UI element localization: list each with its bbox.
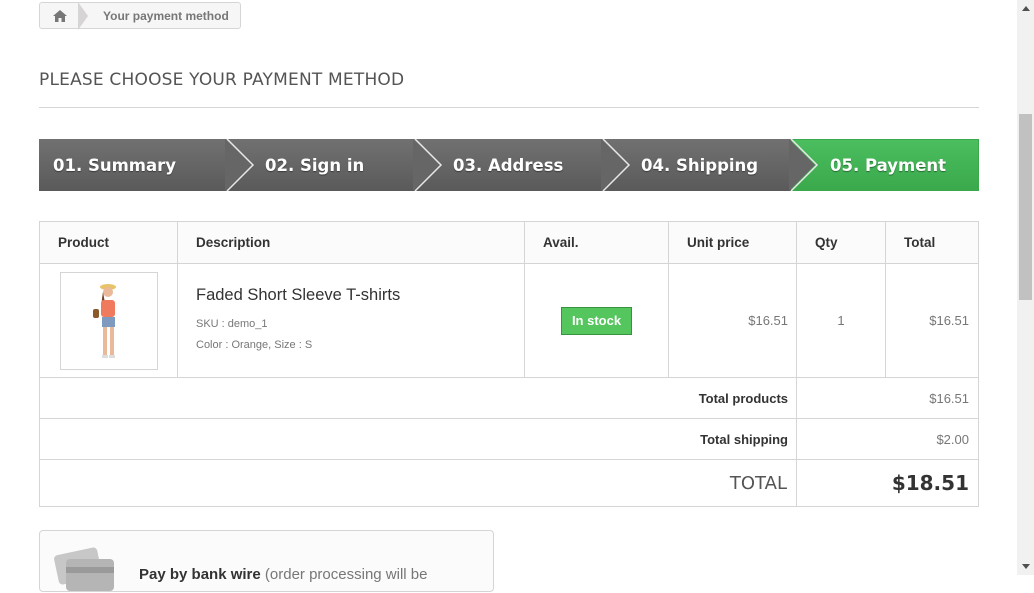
home-icon bbox=[53, 9, 67, 22]
page-title: PLEASE CHOOSE YOUR PAYMENT METHOD bbox=[39, 70, 979, 108]
product-name-link[interactable]: Faded Short Sleeve T-shirts bbox=[196, 286, 523, 305]
payment-option-bankwire[interactable]: Pay by bank wire (order processing will … bbox=[39, 530, 494, 592]
table-header-row: Product Description Avail. Unit price Qt… bbox=[39, 221, 979, 264]
bank-card-icon bbox=[54, 547, 114, 591]
col-unit-price: Unit price bbox=[668, 221, 797, 264]
total-shipping-row: Total shipping $2.00 bbox=[39, 418, 979, 460]
step-payment[interactable]: 05. Payment bbox=[791, 139, 979, 191]
step-label: 03. Address bbox=[453, 155, 564, 175]
step-sign-in[interactable]: 02. Sign in bbox=[227, 139, 415, 191]
product-sku: SKU : demo_1 bbox=[196, 317, 268, 330]
step-label: 05. Payment bbox=[830, 155, 947, 175]
total-shipping-label: Total shipping bbox=[39, 418, 797, 460]
product-thumbnail[interactable] bbox=[60, 271, 158, 370]
step-shipping[interactable]: 04. Shipping bbox=[603, 139, 791, 191]
col-product: Product bbox=[39, 221, 178, 264]
step-label: 01. Summary bbox=[53, 155, 177, 175]
availability-cell: In stock bbox=[524, 263, 669, 378]
unit-price: $16.51 bbox=[668, 263, 797, 378]
cart-summary-table: Product Description Avail. Unit price Qt… bbox=[39, 221, 979, 507]
product-attributes: Color : Orange, Size : S bbox=[196, 338, 313, 351]
scroll-up-arrow-icon[interactable] bbox=[1017, 0, 1034, 17]
line-total: $16.51 bbox=[885, 263, 979, 378]
breadcrumb-separator bbox=[78, 2, 88, 30]
grand-total-label: TOTAL bbox=[39, 459, 797, 507]
breadcrumb-current: Your payment method bbox=[103, 8, 229, 23]
breadcrumb: Your payment method bbox=[39, 2, 241, 30]
step-label: 04. Shipping bbox=[641, 155, 759, 175]
step-label: 02. Sign in bbox=[265, 155, 365, 175]
total-products-row: Total products $16.51 bbox=[39, 377, 979, 419]
scrollbar-thumb[interactable] bbox=[1019, 114, 1032, 300]
col-qty: Qty bbox=[796, 221, 886, 264]
checkout-steps: 01. Summary 02. Sign in 03. Address 04. … bbox=[39, 139, 979, 191]
col-description: Description bbox=[177, 221, 525, 264]
total-products-label: Total products bbox=[39, 377, 797, 419]
col-avail: Avail. bbox=[524, 221, 669, 264]
grand-total-row: TOTAL $18.51 bbox=[39, 459, 979, 507]
step-summary[interactable]: 01. Summary bbox=[39, 139, 227, 191]
quantity: 1 bbox=[796, 263, 886, 378]
product-photo bbox=[93, 283, 116, 358]
col-total: Total bbox=[885, 221, 979, 264]
vertical-scrollbar[interactable] bbox=[1017, 0, 1034, 575]
grand-total-value: $18.51 bbox=[796, 459, 979, 507]
total-shipping-value: $2.00 bbox=[796, 418, 979, 460]
product-description-cell: Faded Short Sleeve T-shirts SKU : demo_1… bbox=[177, 263, 525, 378]
step-address[interactable]: 03. Address bbox=[415, 139, 603, 191]
product-image-cell bbox=[39, 263, 178, 378]
table-row: Faded Short Sleeve T-shirts SKU : demo_1… bbox=[39, 263, 979, 378]
total-products-value: $16.51 bbox=[796, 377, 979, 419]
in-stock-badge: In stock bbox=[560, 306, 633, 335]
breadcrumb-home-link[interactable] bbox=[40, 2, 88, 30]
scroll-down-arrow-icon[interactable] bbox=[1017, 558, 1034, 575]
